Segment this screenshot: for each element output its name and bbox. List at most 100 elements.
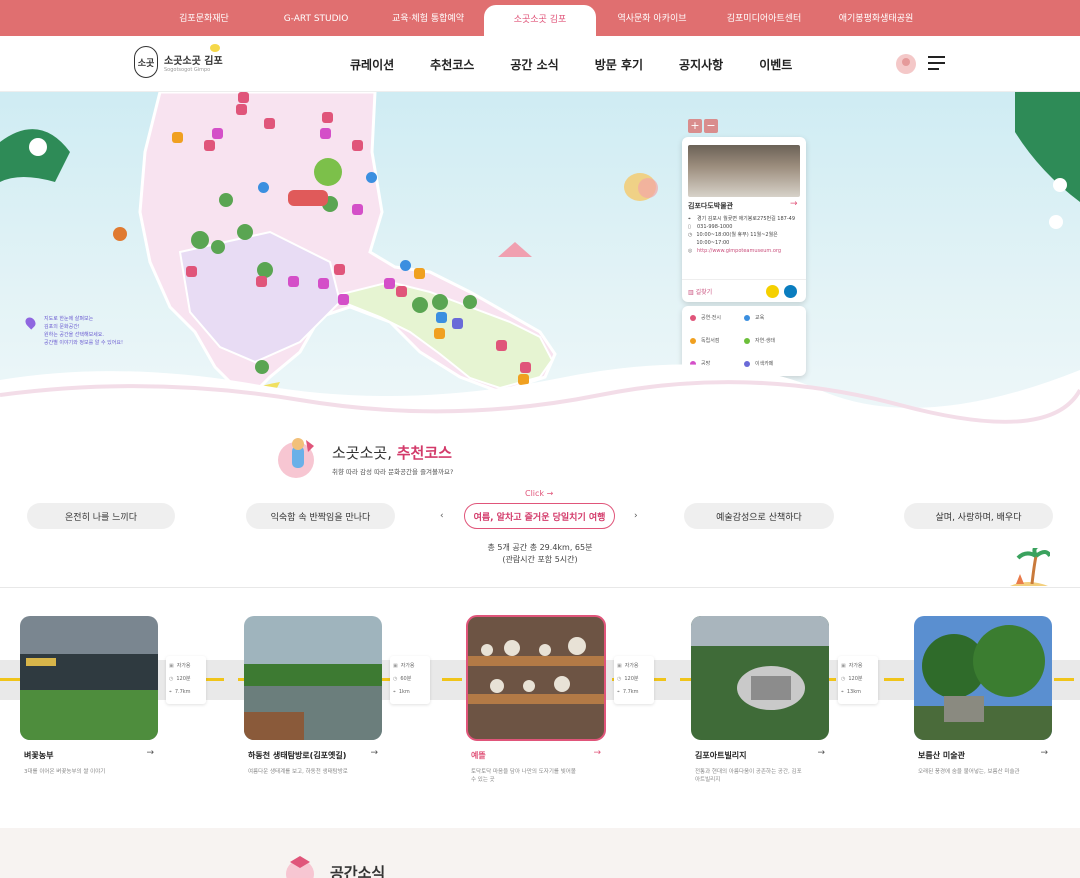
map-pin-performance[interactable] [264,118,275,129]
user-avatar-icon[interactable] [896,54,916,74]
map-pin-bookstore[interactable] [414,268,425,279]
phone-icon: ▯ [688,224,691,230]
map-pin-workshop[interactable] [212,128,223,139]
course-pill-feel-myself[interactable]: 온전히 나를 느끼다 [27,503,175,529]
map-pin-performance[interactable] [238,92,249,103]
course-pill-live-love-learn[interactable]: 살며, 사랑하며, 배우다 [904,503,1053,529]
arrow-right-icon[interactable]: → [370,748,378,758]
map-pin-performance[interactable] [396,286,407,297]
tab-gimpo-foundation[interactable]: 김포문화재단 [148,0,260,36]
map-pin-workshop[interactable] [338,294,349,305]
kakao-map-icon[interactable] [766,285,779,298]
zoom-out-button[interactable]: − [704,119,718,133]
tab-history-archive[interactable]: 역사문화 아카이브 [596,0,708,36]
nav-event[interactable]: 이벤트 [741,56,810,73]
nav-visit-review[interactable]: 방문 후기 [577,56,661,73]
distance-icon: ⌖ [169,689,172,695]
map-pin-workshop[interactable] [288,276,299,287]
course-summary: 총 5개 공간 총 29.4km, 65분 (관람시간 포함 5시간) [430,542,650,566]
tab-g-art-studio[interactable]: G-ART STUDIO [260,0,372,36]
site-logo[interactable]: 소곳 소곳소곳 김포 Sogotsogot Gimpo [134,44,223,78]
arrow-right-icon[interactable]: → [593,748,601,758]
place-card-active[interactable]: 예뜰 → 토닥토닥 마음을 담아 나만의 도자기를 빚어볼 수 있는 곳 [466,615,606,783]
map-pin-performance[interactable] [352,140,363,151]
clock-icon: ◷ [169,676,174,682]
place-card[interactable]: 벼꽃농부 → 3대를 이어온 벼꽃농부의 쌀 이야기 [20,616,158,775]
segment-distance: 7.7km [622,689,639,695]
map-pin-bookstore[interactable] [434,328,445,339]
route-segment: ▣ 자가용 ◷ 120분 ⌖ 7.7km [166,656,206,704]
map-pin-workshop[interactable] [318,278,329,289]
map-pin-performance[interactable] [322,112,333,123]
course-pill-familiar-sparkle[interactable]: 익숙함 속 반짝임을 만나다 [246,503,395,529]
map-pin-cafe[interactable] [452,318,463,329]
car-icon: ▣ [841,663,846,669]
place-website-link[interactable]: http://www.gimpoteamuseum.org [697,247,781,255]
tab-education-booking[interactable]: 교육·체험 통합예약 [372,0,484,36]
place-info-card: 김포다도박물관 → ⌖ 경기 김포시 월곶면 애기봉로275번길 187-49 ▯… [682,137,806,302]
legend-label[interactable]: 독립서점 [701,337,719,344]
segment-mode: 자가용 [176,663,191,669]
legend-label[interactable]: 자연·생태 [755,337,775,344]
place-address: 경기 김포시 월곶면 애기봉로275번길 187-49 [697,216,796,222]
map-pin-performance[interactable] [496,340,507,351]
logo-subtext: Sogotsogot Gimpo [164,66,211,73]
map-pin-performance[interactable] [204,140,215,151]
map-pin-performance[interactable] [186,266,197,277]
place-photo [688,145,800,197]
place-card[interactable]: 김포아트빌리지 → 전통과 현대의 아름다움이 공존하는 공간, 김포아트빌리지 [691,616,829,783]
segment-time: 120분 [176,676,191,682]
place-card[interactable]: 보름산 미술관 → 오래된 풍경에 숨을 불어넣는, 보름산 미술관 [914,616,1052,775]
nav-notice[interactable]: 공지사항 [661,56,741,73]
segment-distance: 7.7km [174,689,191,695]
tab-media-art-center[interactable]: 김포미디어아트센터 [708,0,820,36]
page: 김포문화재단 G-ART STUDIO 교육·체험 통합예약 소곳소곳 김포 역… [0,0,1080,878]
palm-tree-illustration [1010,548,1050,586]
place-detail-arrow-icon[interactable]: → [790,199,798,209]
place-card[interactable]: 하동천 생태탐방로(김포옛길) → 여름다운 생태계를 보고, 하동천 생태탐방… [244,616,382,775]
place-description: 3대를 이어온 벼꽃농부의 쌀 이야기 [24,769,106,775]
course-next-arrow-icon[interactable]: › [634,511,638,521]
arrow-right-icon[interactable]: → [817,748,825,758]
tab-aegibong-park[interactable]: 애기봉평화생태공원 [820,0,932,36]
family-site-bar: 김포문화재단 G-ART STUDIO 교육·체험 통합예약 소곳소곳 김포 역… [0,0,1080,36]
map-pin-performance[interactable] [334,264,345,275]
map-pin-education[interactable] [436,312,447,323]
arrow-right-icon[interactable]: → [1040,748,1048,758]
map-pin-education[interactable] [366,172,377,183]
naver-map-icon[interactable] [784,285,797,298]
globe-icon: ◎ [688,248,693,254]
zoom-in-button[interactable]: + [688,119,702,133]
map-pin-workshop[interactable] [352,204,363,215]
site-header: 소곳 소곳소곳 김포 Sogotsogot Gimpo 큐레이션 추천코스 공간… [0,36,1080,92]
course-prev-arrow-icon[interactable]: ‹ [440,511,444,521]
map-pin-performance[interactable] [236,104,247,115]
course-summary-duration: (관람시간 포함 5시간) [502,555,578,564]
place-name: 보름산 미술관 [918,751,965,760]
map-pin-education[interactable] [258,182,269,193]
course-pill-art-walk[interactable]: 예술감성으로 산책하다 [684,503,834,529]
map-pin-education[interactable] [400,260,411,271]
space-news-title: 공간소식 [330,864,386,878]
route-segment: ▣ 자가용 ◷ 120분 ⌖ 7.7km [614,656,654,704]
arrow-right-icon[interactable]: → [146,748,154,758]
car-icon: ▣ [617,663,622,669]
map-pin-performance[interactable] [256,276,267,287]
course-pill-summer-day-trip[interactable]: 여름, 알차고 즐거운 당일치기 여행 [464,503,615,529]
nav-curation[interactable]: 큐레이션 [332,56,412,73]
map-pin-workshop[interactable] [320,128,331,139]
nav-recommended-course[interactable]: 추천코스 [412,56,492,73]
place-photo [244,616,382,740]
tab-sogot-gimpo[interactable]: 소곳소곳 김포 [484,5,596,36]
legend-label[interactable]: 교육 [755,314,764,321]
course-illustration [278,438,314,478]
hamburger-menu-icon[interactable] [928,56,945,70]
nav-space-news[interactable]: 공간 소식 [492,56,576,73]
map-pin-bookstore[interactable] [172,132,183,143]
section-wave [0,364,1080,430]
map-pin-workshop[interactable] [384,278,395,289]
directions-button[interactable]: ▥ 길찾기 [688,287,712,296]
legend-label[interactable]: 공연·전시 [701,314,721,321]
legend-dot-bookstore [690,337,696,344]
segment-mode: 자가용 [400,663,415,669]
